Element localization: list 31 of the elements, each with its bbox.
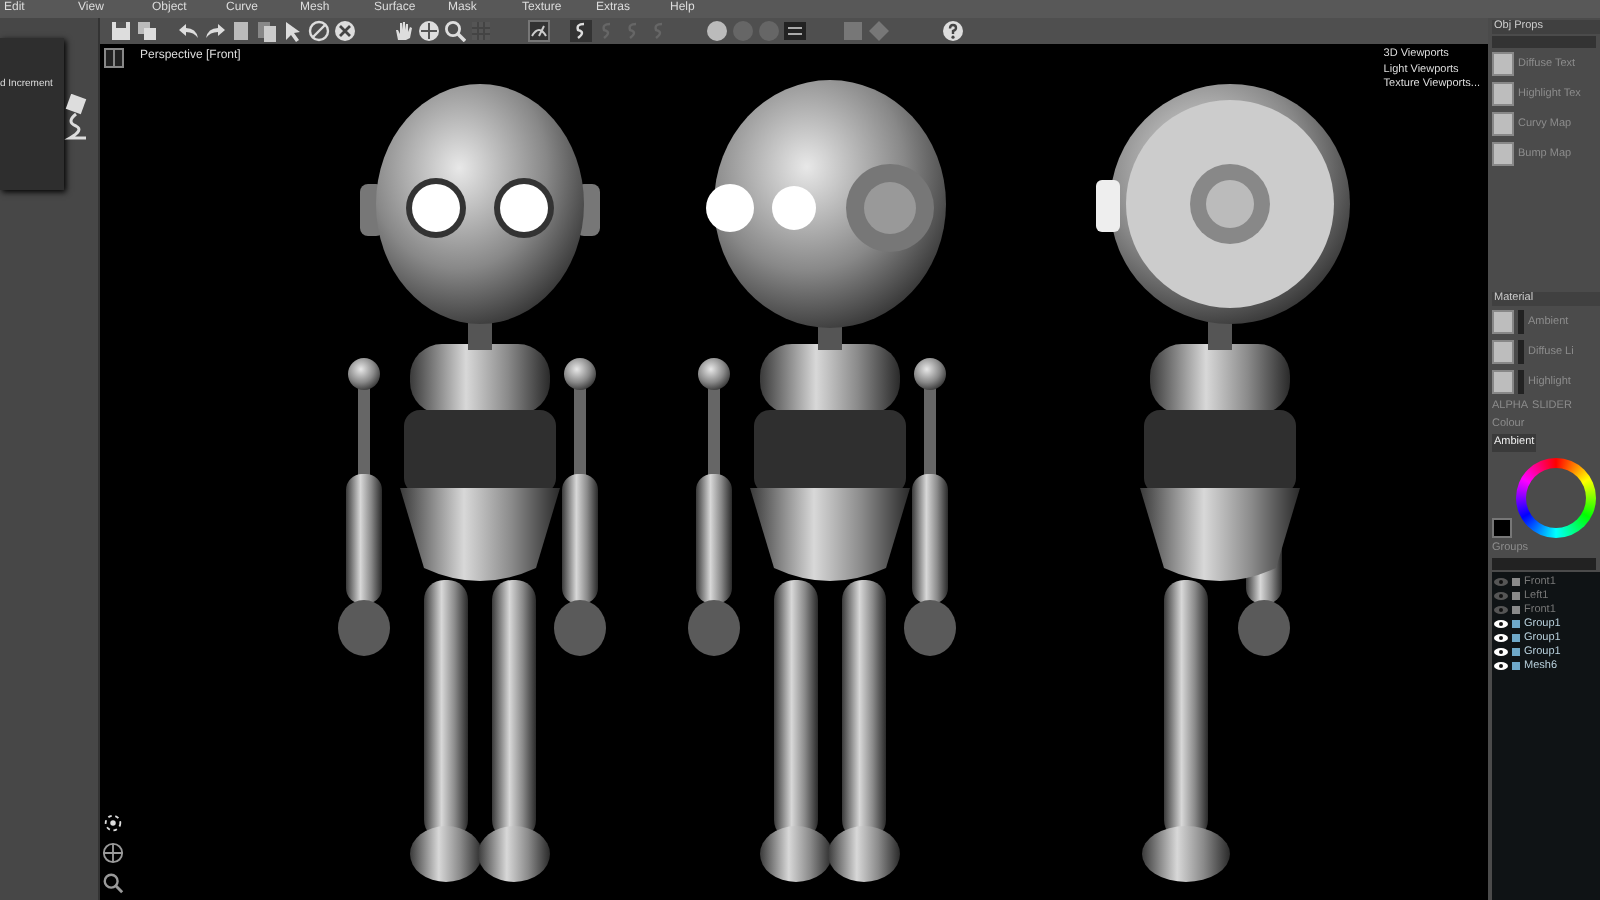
move-icon[interactable]: [418, 20, 440, 42]
search-icon[interactable]: [102, 872, 124, 894]
page-icon[interactable]: [230, 20, 252, 42]
color-swatch: [1492, 517, 1512, 537]
search-icon[interactable]: [444, 20, 466, 42]
hand-icon[interactable]: [392, 20, 414, 42]
move-icon[interactable]: [102, 842, 124, 864]
eye-icon[interactable]: [1494, 662, 1508, 671]
copy-icon[interactable]: [136, 20, 158, 42]
layers-icon[interactable]: [256, 20, 278, 42]
help-icon[interactable]: [942, 20, 964, 42]
sphere-icon[interactable]: [706, 20, 728, 42]
eye-icon[interactable]: [1494, 648, 1508, 657]
save-icon[interactable]: [110, 20, 132, 42]
color-slot[interactable]: [1518, 310, 1524, 334]
stamp-icon: [64, 94, 88, 142]
target-icon[interactable]: [102, 812, 124, 834]
redo-icon[interactable]: [204, 20, 226, 42]
close-icon[interactable]: [334, 20, 356, 42]
eye-icon[interactable]: [1494, 634, 1508, 643]
color-slot[interactable]: [1518, 370, 1524, 394]
gauge-icon[interactable]: [528, 20, 550, 42]
color-slot[interactable]: [1518, 340, 1524, 364]
no-entry-icon[interactable]: [308, 20, 330, 42]
eye-icon[interactable]: [1494, 620, 1508, 629]
pointer-icon[interactable]: [282, 20, 304, 42]
curve-icon[interactable]: [570, 20, 592, 42]
viewport-layout-icon[interactable]: [104, 48, 124, 68]
color-wheel[interactable]: [1516, 457, 1596, 537]
mesh-icon[interactable]: [784, 20, 806, 42]
undo-icon[interactable]: [178, 20, 200, 42]
